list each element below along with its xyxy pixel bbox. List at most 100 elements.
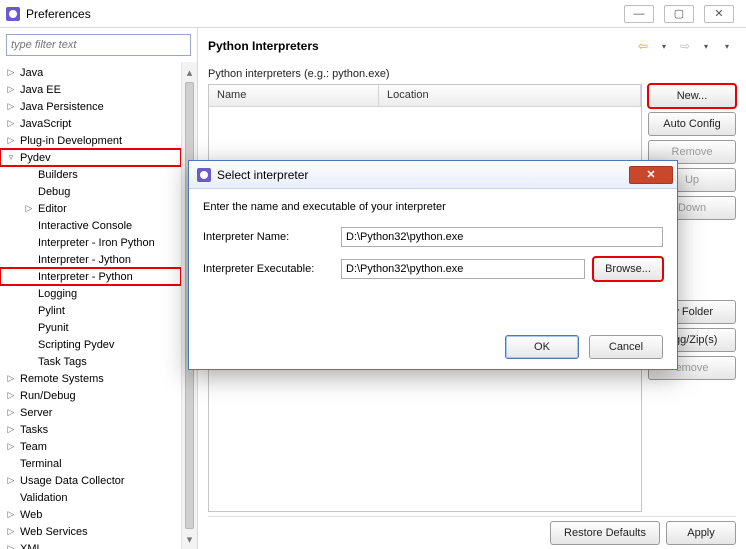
browse-button[interactable]: Browse... bbox=[593, 257, 663, 281]
tree-item-label: Validation bbox=[20, 492, 68, 504]
interpreter-executable-label: Interpreter Executable: bbox=[203, 263, 333, 275]
tree-item-label: Scripting Pydev bbox=[38, 339, 114, 351]
ok-button[interactable]: OK bbox=[505, 335, 579, 359]
back-icon[interactable]: ⇦ bbox=[634, 37, 652, 55]
dialog-title: Select interpreter bbox=[217, 168, 308, 182]
tree-item[interactable]: ▷ Editor bbox=[0, 200, 181, 217]
tree-item[interactable]: Builders bbox=[0, 166, 181, 183]
table-header: Name Location bbox=[209, 85, 641, 107]
dialog-close-button[interactable]: ✕ bbox=[629, 166, 673, 184]
tree-item[interactable]: ▷ Remote Systems bbox=[0, 370, 181, 387]
tree-item-label: Task Tags bbox=[38, 356, 87, 368]
new-button[interactable]: New... bbox=[648, 84, 736, 108]
tree-item[interactable]: Interactive Console bbox=[0, 217, 181, 234]
tree-item-label: Debug bbox=[38, 186, 70, 198]
tree-item[interactable]: Scripting Pydev bbox=[0, 336, 181, 353]
tree-item[interactable]: ▷ Team bbox=[0, 438, 181, 455]
minimize-button[interactable]: — bbox=[624, 5, 654, 23]
forward-dropdown-icon[interactable]: ▾ bbox=[697, 37, 715, 55]
scroll-up-icon[interactable]: ▴ bbox=[182, 64, 197, 80]
page-title: Python Interpreters bbox=[208, 39, 319, 53]
back-dropdown-icon[interactable]: ▾ bbox=[655, 37, 673, 55]
tree-item[interactable]: ▷Usage Data Collector bbox=[0, 472, 181, 489]
tree-item-label: Editor bbox=[38, 203, 67, 215]
expand-icon[interactable]: ▷ bbox=[6, 543, 16, 549]
tree-item-label: Java EE bbox=[20, 84, 61, 96]
tree-item[interactable]: ▷ Web bbox=[0, 506, 181, 523]
tree-item[interactable]: Terminal bbox=[0, 455, 181, 472]
expand-icon[interactable]: ▷ bbox=[6, 118, 16, 129]
tree-item[interactable]: ▷Server bbox=[0, 404, 181, 421]
tree-item[interactable]: Debug bbox=[0, 183, 181, 200]
sidebar: ▷Java▷Java EE▷Java Persistence▷JavaScrip… bbox=[0, 28, 198, 549]
tree-item[interactable]: Validation bbox=[0, 489, 181, 506]
tree-item[interactable]: ▷ Run/Debug bbox=[0, 387, 181, 404]
dialog-title-bar[interactable]: Select interpreter ✕ bbox=[189, 161, 677, 189]
expand-icon[interactable]: ▷ bbox=[6, 84, 16, 95]
tree-item[interactable]: ▷Tasks bbox=[0, 421, 181, 438]
expand-icon[interactable]: ▷ bbox=[6, 407, 16, 418]
column-location-header[interactable]: Location bbox=[379, 85, 641, 106]
interpreter-name-input[interactable] bbox=[341, 227, 663, 247]
expand-icon[interactable]: ▷ bbox=[6, 67, 16, 78]
expand-icon[interactable]: ▷ bbox=[6, 475, 16, 486]
collapse-icon[interactable]: ▿ bbox=[6, 152, 16, 163]
tree-item-label: Web Services bbox=[20, 526, 88, 538]
tree-item[interactable]: ▷XML bbox=[0, 540, 181, 549]
expand-icon[interactable]: ▷ bbox=[6, 424, 16, 435]
tree-item[interactable]: Task Tags bbox=[0, 353, 181, 370]
expand-icon[interactable]: ▷ bbox=[6, 441, 16, 452]
tree-item-label: Logging bbox=[38, 288, 77, 300]
dialog-message: Enter the name and executable of your in… bbox=[203, 201, 663, 213]
maximize-button[interactable]: ▢ bbox=[664, 5, 694, 23]
interpreter-executable-input[interactable] bbox=[341, 259, 585, 279]
tree-item-label: Pyunit bbox=[38, 322, 69, 334]
expand-icon[interactable]: ▷ bbox=[6, 101, 16, 112]
tree-item-label: JavaScript bbox=[20, 118, 71, 130]
tree-item[interactable]: ▿Pydev bbox=[0, 149, 181, 166]
tree-item[interactable]: ▷Plug-in Development bbox=[0, 132, 181, 149]
tree-item[interactable]: Interpreter - Jython bbox=[0, 251, 181, 268]
tree-item[interactable]: ▷ JavaScript bbox=[0, 115, 181, 132]
tree-item-label: Run/Debug bbox=[20, 390, 76, 402]
column-name-header[interactable]: Name bbox=[209, 85, 379, 106]
tree-item[interactable]: ▷ Web Services bbox=[0, 523, 181, 540]
tree-item[interactable]: Pyunit bbox=[0, 319, 181, 336]
tree-item[interactable]: ▷Java Persistence bbox=[0, 98, 181, 115]
expand-icon[interactable]: ▷ bbox=[6, 373, 16, 384]
select-interpreter-dialog: Select interpreter ✕ Enter the name and … bbox=[188, 160, 678, 370]
gear-icon bbox=[6, 7, 20, 21]
tree-item-label: Team bbox=[20, 441, 47, 453]
tree-item-label: Interpreter - Iron Python bbox=[38, 237, 155, 249]
auto-config-button[interactable]: Auto Config bbox=[648, 112, 736, 136]
tree-item-label: Remote Systems bbox=[20, 373, 104, 385]
tree-item[interactable]: Logging bbox=[0, 285, 181, 302]
expand-icon[interactable]: ▷ bbox=[6, 509, 16, 520]
scroll-down-icon[interactable]: ▾ bbox=[182, 531, 197, 547]
tree-item-label: Interpreter - Python bbox=[38, 271, 133, 283]
tree-item[interactable]: ▷ Java EE bbox=[0, 81, 181, 98]
expand-icon[interactable]: ▷ bbox=[24, 203, 34, 214]
tree-item-label: Web bbox=[20, 509, 42, 521]
close-button[interactable]: ✕ bbox=[704, 5, 734, 23]
preferences-title-bar: Preferences — ▢ ✕ bbox=[0, 0, 746, 28]
tree-item[interactable]: Interpreter - Iron Python bbox=[0, 234, 181, 251]
tree-item-label: Interactive Console bbox=[38, 220, 132, 232]
cancel-button[interactable]: Cancel bbox=[589, 335, 663, 359]
view-menu-icon[interactable]: ▾ bbox=[718, 37, 736, 55]
nav-history: ⇦ ▾ ⇨ ▾ ▾ bbox=[634, 37, 736, 55]
preferences-title: Preferences bbox=[26, 7, 91, 21]
forward-icon[interactable]: ⇨ bbox=[676, 37, 694, 55]
restore-defaults-button[interactable]: Restore Defaults bbox=[550, 521, 660, 545]
apply-button[interactable]: Apply bbox=[666, 521, 736, 545]
preferences-tree[interactable]: ▷Java▷Java EE▷Java Persistence▷JavaScrip… bbox=[0, 62, 181, 549]
tree-item[interactable]: Pylint bbox=[0, 302, 181, 319]
expand-icon[interactable]: ▷ bbox=[6, 390, 16, 401]
expand-icon[interactable]: ▷ bbox=[6, 526, 16, 537]
tree-item-label: Java bbox=[20, 67, 43, 79]
tree-item[interactable]: Interpreter - Python bbox=[0, 268, 181, 285]
tree-item[interactable]: ▷ Java bbox=[0, 64, 181, 81]
filter-input[interactable] bbox=[6, 34, 191, 56]
tree-item-label: Pylint bbox=[38, 305, 65, 317]
expand-icon[interactable]: ▷ bbox=[6, 135, 16, 146]
